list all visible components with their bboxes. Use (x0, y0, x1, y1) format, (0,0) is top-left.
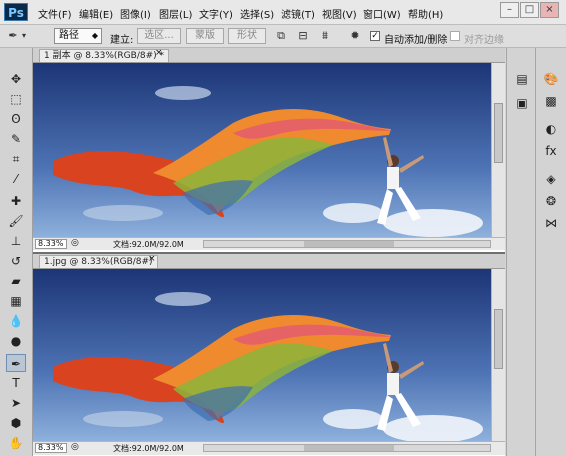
healing-brush-tool-icon[interactable]: ✚ (6, 192, 26, 210)
lasso-tool-icon[interactable]: ʘ (6, 110, 26, 128)
color-panel-icon[interactable]: 🎨 (542, 70, 560, 88)
vertical-scrollbar-1[interactable] (491, 63, 505, 237)
menu-type[interactable]: 文字(Y) (199, 6, 233, 21)
zoom-field-2[interactable]: 8.33% (35, 443, 67, 453)
dodge-tool-icon[interactable]: ● (6, 332, 26, 350)
styles-panel-icon[interactable]: fx (542, 142, 560, 160)
build-label: 建立: (110, 35, 134, 46)
close-button[interactable]: × (540, 2, 559, 18)
menu-view[interactable]: 视图(V) (322, 6, 357, 21)
adjustments-panel-icon[interactable]: ◐ (542, 120, 560, 138)
menu-window[interactable]: 窗口(W) (363, 6, 401, 21)
vertical-scrollbar-2[interactable] (491, 269, 505, 441)
horizontal-scrollbar-2[interactable] (203, 444, 491, 452)
document-area: 1 副本 @ 8.33%(RGB/8#) * × 8.33% ◎ 文档:92.0… (33, 48, 505, 456)
vertical-scroll-thumb[interactable] (494, 103, 503, 163)
photoshop-logo: Ps (4, 3, 28, 21)
align-edges-label: 对齐边缘 (464, 35, 504, 46)
path-alignment-icon[interactable]: ⊟ (296, 29, 310, 43)
maximize-button[interactable]: □ (520, 2, 539, 18)
canvas-2[interactable] (33, 269, 491, 441)
tool-mode-value: 路径 (59, 30, 79, 41)
type-tool-icon[interactable]: T (6, 374, 26, 392)
document-info-1: 文档:92.0M/92.0M (113, 240, 184, 249)
menu-layer[interactable]: 图层(L) (159, 6, 192, 21)
path-select-tool-icon[interactable]: ➤ (6, 394, 26, 412)
eraser-tool-icon[interactable]: ▰ (6, 272, 26, 290)
quick-select-tool-icon[interactable]: ✎ (6, 130, 26, 148)
paths-panel-icon[interactable]: ⋈ (542, 214, 560, 232)
crop-tool-icon[interactable]: ⌗ (6, 150, 26, 168)
document-tab-bar: 1.jpg @ 8.33%(RGB/8#) × (33, 254, 505, 269)
panel-column-1: ▤ ▣ (506, 48, 535, 456)
blur-tool-icon[interactable]: 💧 (6, 312, 26, 330)
minimize-button[interactable]: – (500, 2, 519, 18)
preset-dropdown-arrow-icon[interactable]: ▾ (20, 29, 28, 43)
path-operations-icon[interactable]: ⧉ (274, 29, 288, 43)
photo-scarf-woman (33, 63, 491, 237)
channels-panel-icon[interactable]: ❂ (542, 192, 560, 210)
move-tool-icon[interactable]: ✥ (6, 70, 26, 88)
make-shape-button[interactable]: 形状 (228, 28, 266, 44)
eyedropper-tool-icon[interactable]: ⁄ (6, 170, 26, 188)
make-mask-button[interactable]: 蒙版 (186, 28, 224, 44)
swatches-panel-icon[interactable]: ▩ (542, 92, 560, 110)
status-bar-1: 8.33% ◎ 文档:92.0M/92.0M (33, 237, 505, 250)
menu-edit[interactable]: 编辑(E) (79, 6, 113, 21)
menu-file[interactable]: 文件(F) (38, 6, 72, 21)
pen-preset-icon[interactable]: ✒ (6, 29, 20, 43)
hand-tool-icon[interactable]: ✋ (6, 434, 26, 452)
marquee-tool-icon[interactable]: ⬚ (6, 90, 26, 108)
auto-add-delete-checkbox[interactable]: ✓ (370, 31, 380, 41)
tool-mode-select[interactable]: 路径 ◆ (54, 28, 102, 44)
status-menu-icon[interactable]: ◎ (71, 442, 79, 452)
menu-filter[interactable]: 滤镜(T) (281, 6, 315, 21)
status-bar-2: 8.33% ◎ 文档:92.0M/92.0M (33, 441, 505, 455)
layers-panel-icon[interactable]: ◈ (542, 170, 560, 188)
document-info-2: 文档:92.0M/92.0M (113, 444, 184, 453)
brush-tool-icon[interactable]: 🖌 (6, 212, 26, 230)
horizontal-scrollbar-1[interactable] (203, 240, 491, 248)
horizontal-scroll-thumb[interactable] (304, 445, 394, 451)
document-window-1: 1 副本 @ 8.33%(RGB/8#) * × 8.33% ◎ 文档:92.0… (33, 48, 505, 252)
settings-gear-icon[interactable]: ✹ (348, 29, 362, 43)
gradient-tool-icon[interactable]: ▦ (6, 292, 26, 310)
zoom-field-1[interactable]: 8.33% (35, 239, 67, 249)
document-window-2: 1.jpg @ 8.33%(RGB/8#) × 8.33% ◎ 文档:92.0M… (33, 254, 505, 456)
document-tab-bar: 1 副本 @ 8.33%(RGB/8#) * × (33, 48, 505, 63)
pen-tool-icon[interactable]: ✒ (6, 354, 26, 372)
menu-help[interactable]: 帮助(H) (408, 6, 443, 21)
toolbox: ✥ ⬚ ʘ ✎ ⌗ ⁄ ✚ 🖌 ⊥ ↺ ▰ ▦ 💧 ● ✒ T ➤ ⬢ ✋ (0, 48, 33, 456)
photo-scarf-woman (33, 269, 491, 441)
history-brush-tool-icon[interactable]: ↺ (6, 252, 26, 270)
properties-panel-icon[interactable]: ▣ (513, 94, 531, 112)
chevron-down-icon: ◆ (91, 31, 98, 40)
align-edges-checkbox[interactable] (450, 31, 460, 41)
horizontal-scroll-thumb[interactable] (304, 241, 394, 247)
history-panel-icon[interactable]: ▤ (513, 70, 531, 88)
menu-select[interactable]: 选择(S) (240, 6, 274, 21)
close-tab-icon[interactable]: × (148, 254, 156, 264)
menu-image[interactable]: 图像(I) (120, 6, 151, 21)
make-selection-button[interactable]: 选区... (137, 28, 181, 44)
vertical-scroll-thumb[interactable] (494, 309, 503, 369)
document-tab-1[interactable]: 1 副本 @ 8.33%(RGB/8#) * (39, 49, 169, 62)
menu-bar: Ps 文件(F) 编辑(E) 图像(I) 图层(L) 文字(Y) 选择(S) 滤… (0, 0, 566, 25)
document-tab-2[interactable]: 1.jpg @ 8.33%(RGB/8#) (39, 255, 158, 268)
options-bar: ✒ ▾ 路径 ◆ 建立: 选区... 蒙版 形状 ⧉ ⊟ ⩩ ✹ ✓ 自动添加/删… (0, 25, 566, 48)
shape-tool-icon[interactable]: ⬢ (6, 414, 26, 432)
canvas-1[interactable] (33, 63, 491, 237)
panel-column-2: 🎨 ▩ ◐ fx ◈ ❂ ⋈ (535, 48, 566, 456)
path-arrangement-icon[interactable]: ⩩ (318, 29, 332, 43)
clone-stamp-tool-icon[interactable]: ⊥ (6, 232, 26, 250)
status-menu-icon[interactable]: ◎ (71, 238, 79, 248)
close-tab-icon[interactable]: × (155, 48, 163, 58)
auto-add-delete-label: 自动添加/删除 (384, 35, 448, 46)
